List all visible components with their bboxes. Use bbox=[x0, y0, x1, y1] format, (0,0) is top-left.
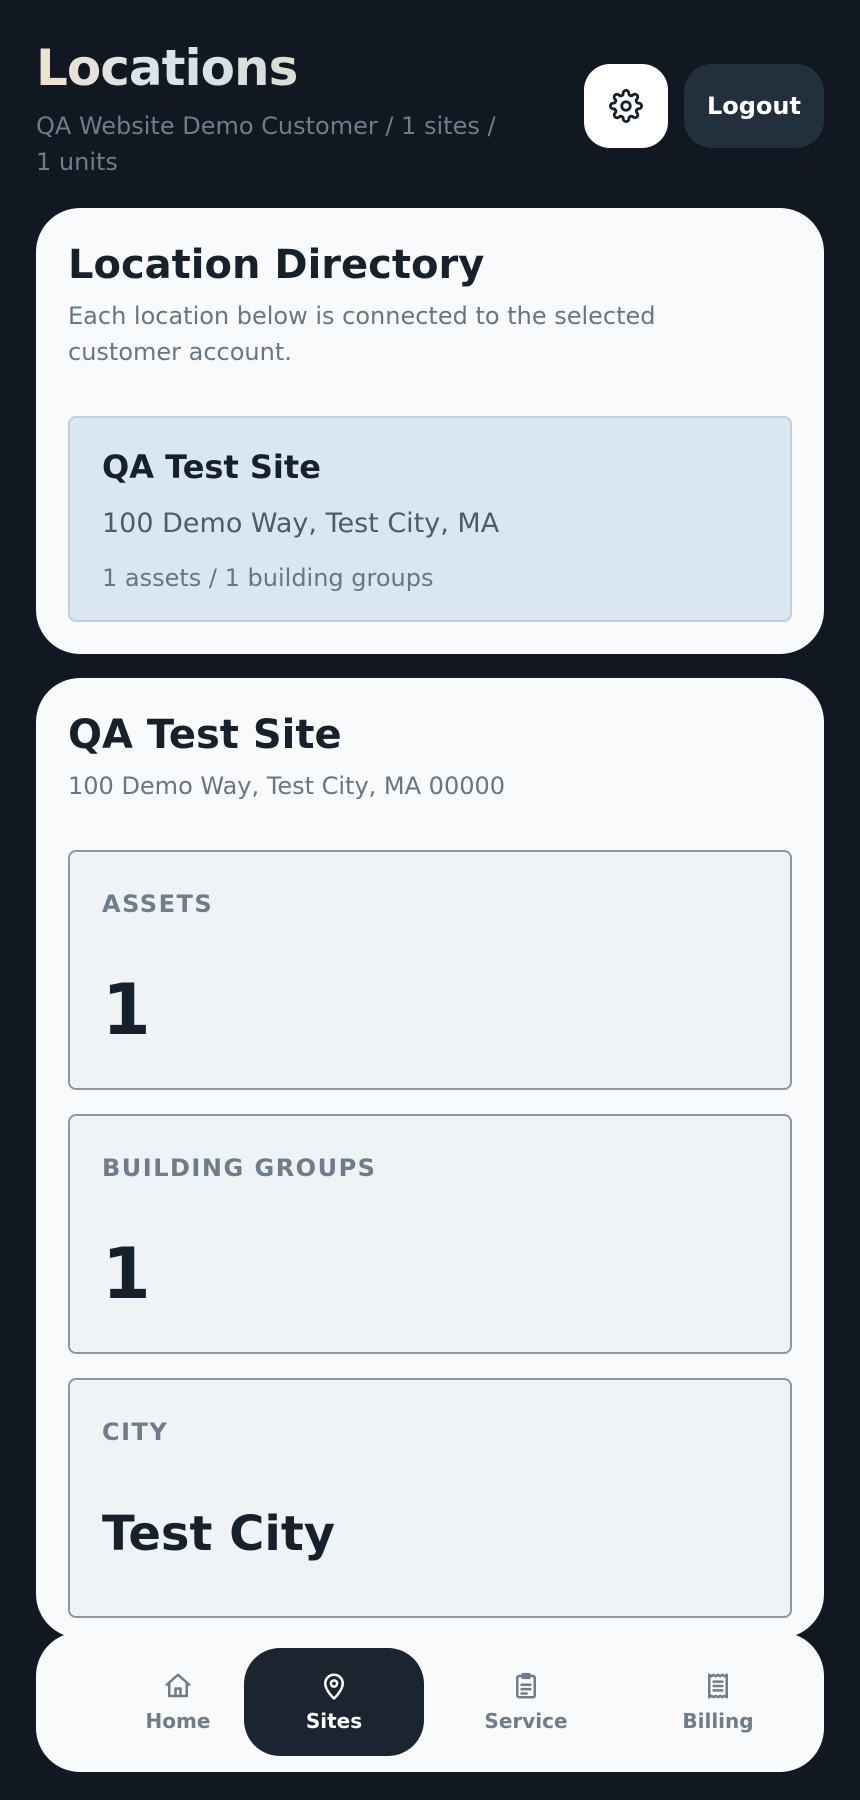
directory-title: Location Directory bbox=[68, 242, 485, 288]
nav-item-sites[interactable]: Sites bbox=[244, 1648, 424, 1756]
settings-button[interactable] bbox=[584, 64, 668, 148]
stat-city: CITY Test City bbox=[68, 1378, 792, 1618]
receipt-icon bbox=[708, 1673, 728, 1699]
gear-icon bbox=[609, 89, 643, 123]
home-icon bbox=[165, 1673, 191, 1698]
page-subtitle: QA Website Demo Customer / 1 sites / 1 u… bbox=[36, 112, 496, 176]
site-detail-address: 100 Demo Way, Test City, MA 00000 bbox=[68, 772, 506, 800]
nav-label: Service bbox=[484, 1709, 568, 1733]
logout-button[interactable]: Logout bbox=[684, 64, 824, 148]
site-list-item[interactable]: QA Test Site 100 Demo Way, Test City, MA… bbox=[68, 416, 792, 622]
page-header: Locations QA Website Demo Customer / 1 s… bbox=[36, 38, 506, 180]
site-address: 100 Demo Way, Test City, MA bbox=[102, 508, 500, 539]
stat-value: Test City bbox=[102, 1506, 336, 1562]
stat-assets: ASSETS 1 bbox=[68, 850, 792, 1090]
locations-page: Locations QA Website Demo Customer / 1 s… bbox=[0, 0, 860, 1800]
nav-label: Home bbox=[145, 1709, 211, 1733]
nav-item-home[interactable]: Home bbox=[88, 1648, 268, 1756]
bottom-nav: Home Sites Service Billing bbox=[36, 1632, 824, 1772]
clipboard-icon bbox=[516, 1672, 536, 1699]
site-detail-title: QA Test Site bbox=[68, 712, 342, 758]
site-name: QA Test Site bbox=[102, 448, 321, 486]
nav-label: Sites bbox=[305, 1709, 363, 1733]
stat-value: 1 bbox=[102, 1233, 151, 1315]
stat-label: ASSETS bbox=[102, 890, 214, 918]
nav-item-billing[interactable]: Billing bbox=[628, 1648, 808, 1756]
stat-label: BUILDING GROUPS bbox=[102, 1154, 377, 1182]
location-directory-card: Location Directory Each location below i… bbox=[36, 208, 824, 654]
directory-description: Each location below is connected to the … bbox=[68, 302, 656, 366]
stat-building-groups: BUILDING GROUPS 1 bbox=[68, 1114, 792, 1354]
location-pin-icon bbox=[324, 1673, 344, 1700]
stat-value: 1 bbox=[102, 969, 151, 1051]
stat-label: CITY bbox=[102, 1418, 169, 1446]
site-meta: 1 assets / 1 building groups bbox=[102, 564, 434, 592]
nav-label: Billing bbox=[682, 1709, 754, 1733]
page-title: Locations bbox=[36, 38, 506, 98]
nav-item-service[interactable]: Service bbox=[436, 1648, 616, 1756]
site-detail-card: QA Test Site 100 Demo Way, Test City, MA… bbox=[36, 678, 824, 1638]
